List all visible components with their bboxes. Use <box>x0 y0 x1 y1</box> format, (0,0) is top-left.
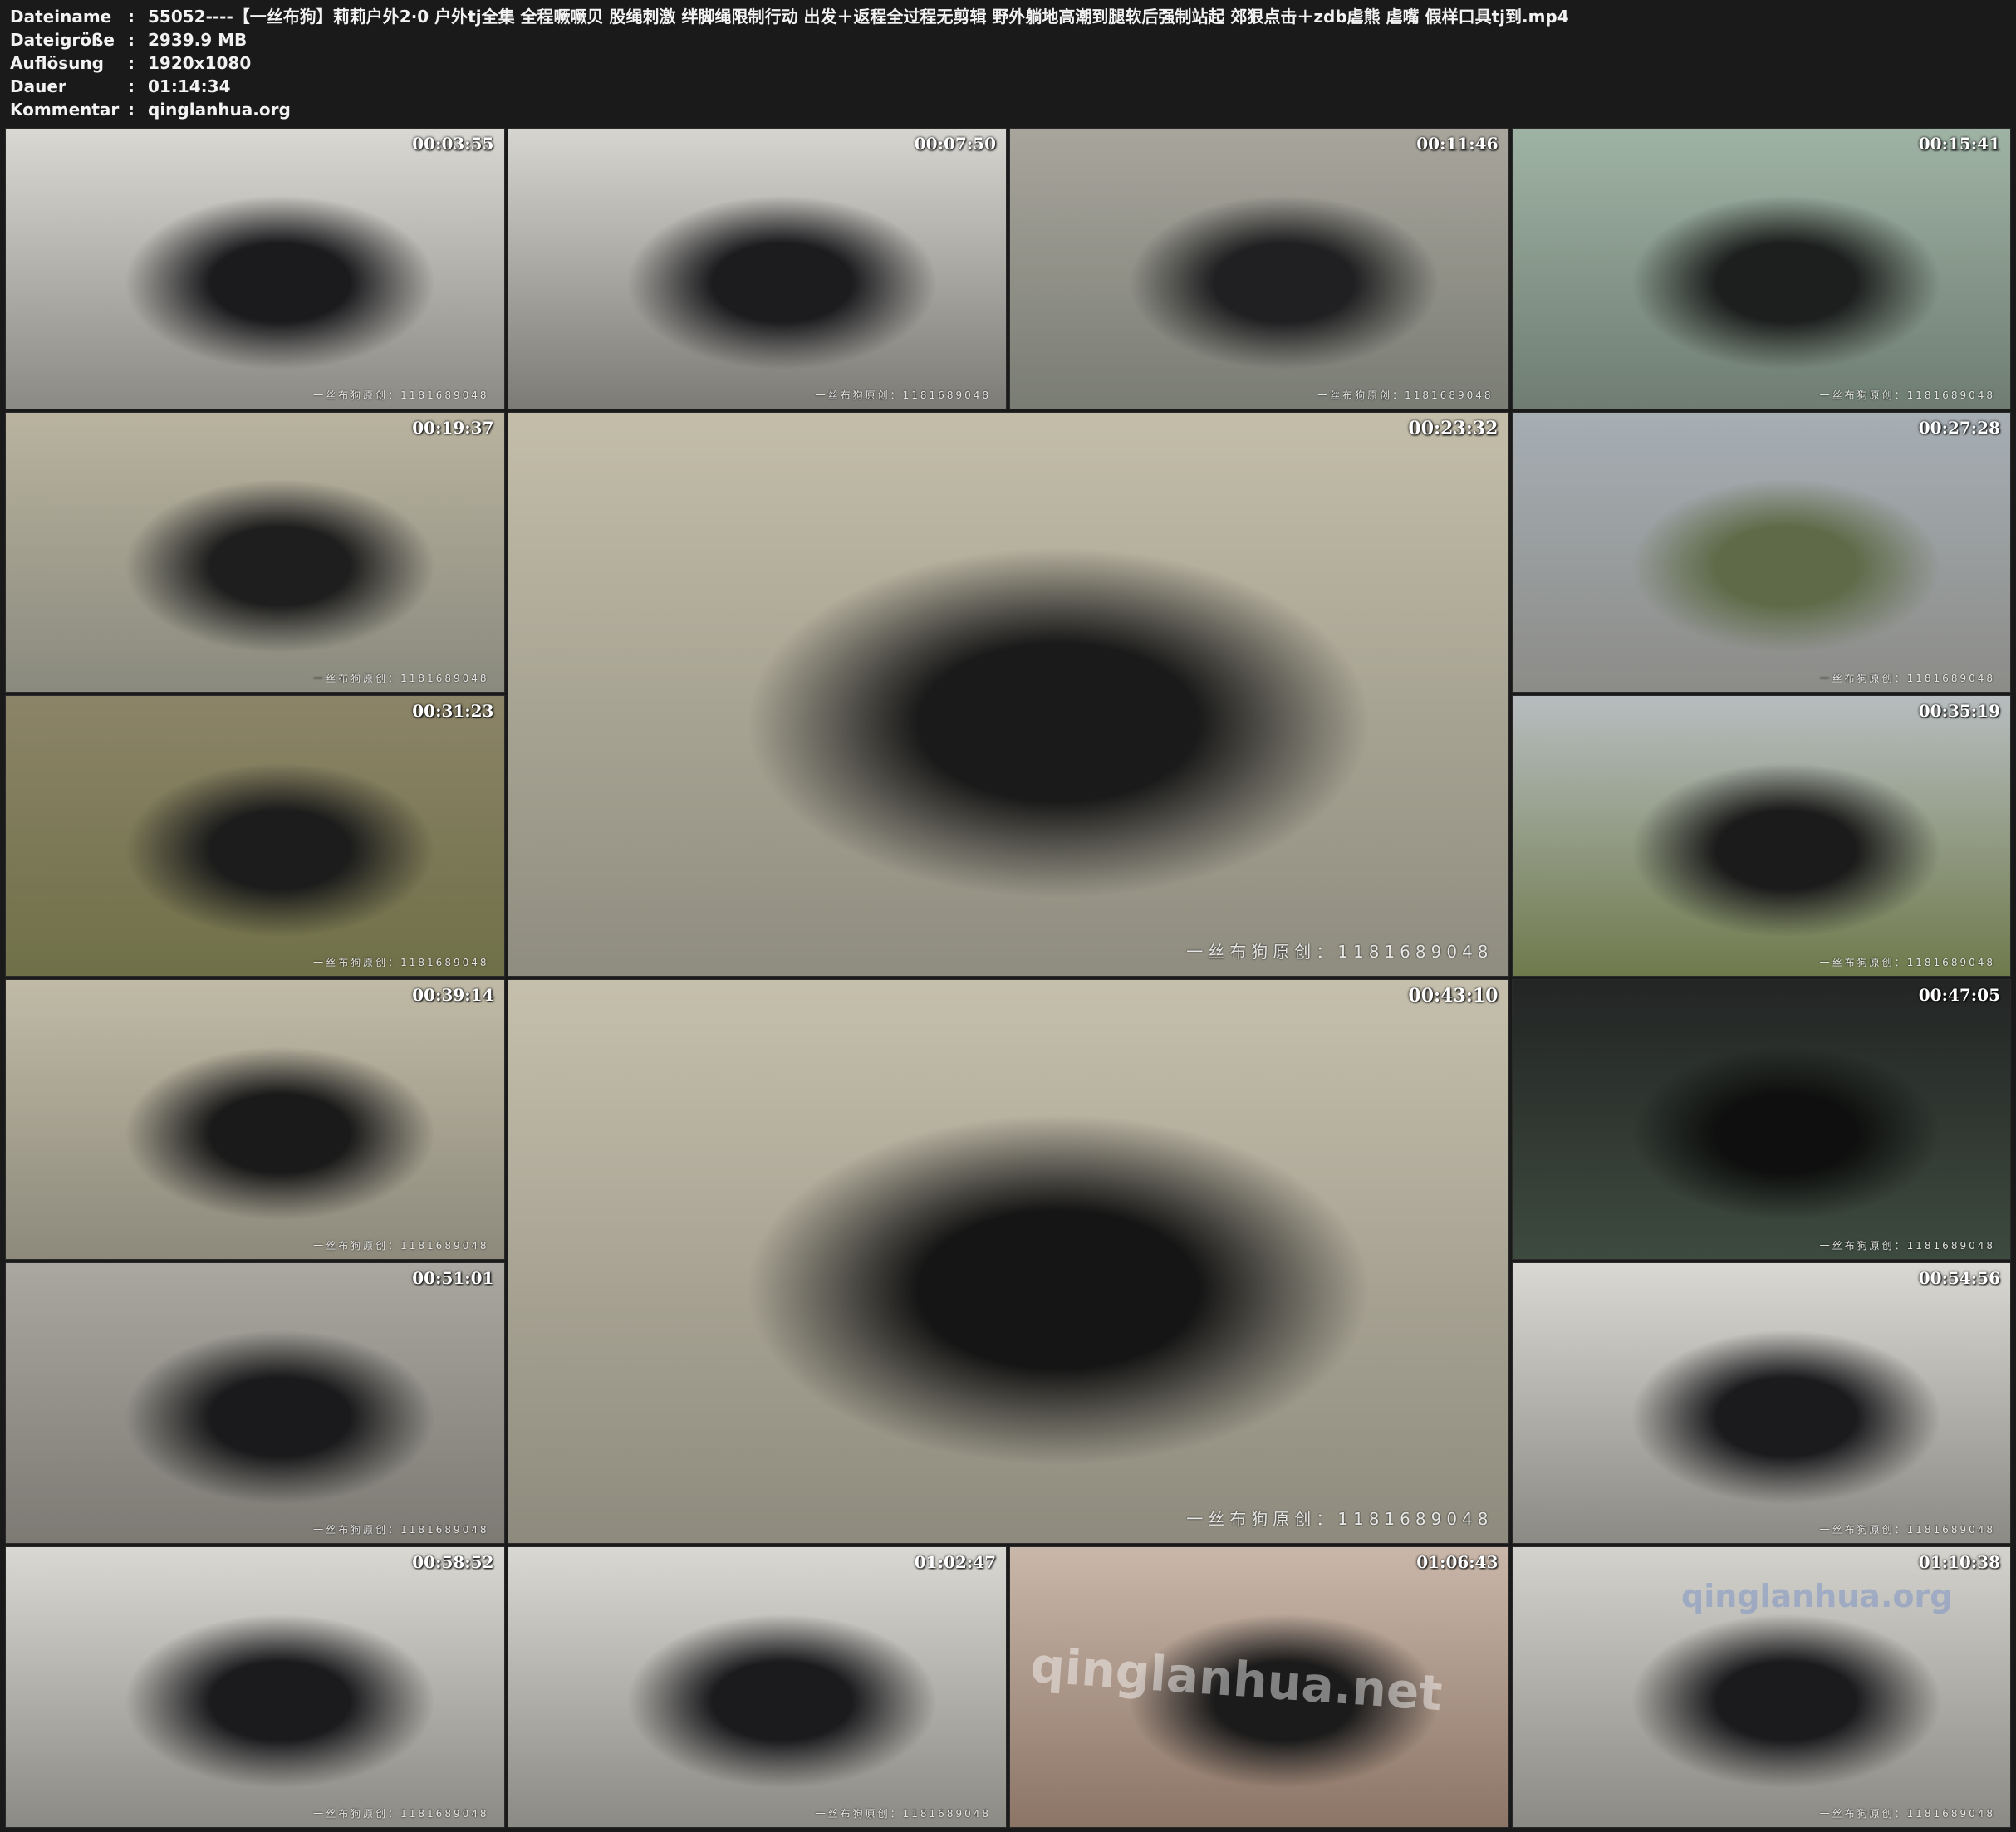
file-info-header: Dateiname:55052----【一丝布狗】莉莉户外2·0 户外tj全集 … <box>10 5 2004 121</box>
video-thumbnail: 00:51:01 一丝布狗原创：1181689048 <box>5 1262 505 1544</box>
video-thumbnail: 00:27:28 一丝布狗原创：1181689048 <box>1511 411 2011 693</box>
meta-separator: : <box>128 100 135 120</box>
timestamp-label: 00:27:28 <box>1918 417 2000 438</box>
thumbnail-scene <box>6 1547 504 1827</box>
thumbnail-scene <box>1512 129 2010 409</box>
video-thumbnail: 00:54:56 一丝布狗原创：1181689048 <box>1511 1262 2011 1544</box>
thumbnail-watermark: 一丝布狗原创：1181689048 <box>1186 941 1494 962</box>
timestamp-label: 00:23:32 <box>1408 417 1499 439</box>
thumbnail-scene <box>6 979 504 1260</box>
meta-label: Kommentar <box>10 100 120 120</box>
timestamp-label: 00:03:55 <box>412 134 494 154</box>
meta-value: 1920x1080 <box>148 53 252 73</box>
video-thumbnail: 01:02:47 一丝布狗原创：1181689048 <box>507 1546 1007 1828</box>
thumbnail-watermark: 一丝布狗原创：1181689048 <box>313 1807 489 1820</box>
meta-label: Dauer <box>10 76 66 96</box>
thumbnail-scene <box>1512 979 2010 1260</box>
video-thumbnail: 00:47:05 一丝布狗原创：1181689048 <box>1511 978 2011 1261</box>
thumbnail-watermark: 一丝布狗原创：1181689048 <box>1819 1807 1995 1820</box>
video-thumbnail: 00:58:52 一丝布狗原创：1181689048 <box>5 1546 505 1828</box>
timestamp-label: 00:11:46 <box>1416 134 1499 154</box>
video-thumbnail: 00:35:19 一丝布狗原创：1181689048 <box>1511 695 2011 977</box>
meta-row: Dateiname:55052----【一丝布狗】莉莉户外2·0 户外tj全集 … <box>10 5 2004 28</box>
timestamp-label: 00:07:50 <box>914 134 996 154</box>
thumbnail-scene <box>6 129 504 409</box>
meta-row: Auflösung:1920x1080 <box>10 51 2004 75</box>
thumbnail-scene <box>6 696 504 976</box>
meta-value: 2939.9 MB <box>148 30 248 50</box>
meta-separator: : <box>128 7 135 27</box>
meta-label: Auflösung <box>10 53 104 73</box>
timestamp-label: 00:43:10 <box>1408 984 1499 1007</box>
thumbnail-scene <box>1512 696 2010 976</box>
meta-label: Dateiname <box>10 7 112 27</box>
thumbnail-watermark: 一丝布狗原创：1181689048 <box>1819 1240 1995 1252</box>
thumbnail-watermark: 一丝布狗原创：1181689048 <box>313 956 489 968</box>
video-thumbnail: 00:07:50 一丝布狗原创：1181689048 <box>507 128 1007 409</box>
timestamp-label: 01:06:43 <box>1416 1552 1499 1572</box>
thumbnail-scene <box>6 412 504 693</box>
video-thumbnail: 00:11:46 一丝布狗原创：1181689048 <box>1009 128 1509 409</box>
meta-value: 01:14:34 <box>148 76 231 96</box>
timestamp-label: 00:58:52 <box>412 1552 494 1572</box>
video-thumbnail: 00:31:23 一丝布狗原创：1181689048 <box>5 695 505 977</box>
meta-separator: : <box>128 53 135 73</box>
thumbnail-scene <box>508 979 1508 1543</box>
video-thumbnail: 00:43:10 一丝布狗原创：1181689048 <box>507 978 1509 1544</box>
timestamp-label: 00:39:14 <box>412 984 494 1005</box>
thumbnail-watermark: 一丝布狗原创：1181689048 <box>1819 673 1995 685</box>
timestamp-label: 00:54:56 <box>1918 1268 2000 1289</box>
meta-row: Dauer:01:14:34 <box>10 75 2004 98</box>
meta-value: 55052----【一丝布狗】莉莉户外2·0 户外tj全集 全程噘噘贝 股绳刺激… <box>148 7 1569 27</box>
meta-separator: : <box>128 76 135 96</box>
thumbnail-scene <box>1512 412 2010 693</box>
video-thumbnail: 00:03:55 一丝布狗原创：1181689048 <box>5 128 505 409</box>
meta-separator: : <box>128 30 135 50</box>
timestamp-label: 01:10:38 <box>1918 1552 2000 1572</box>
thumbnail-watermark: 一丝布狗原创：1181689048 <box>815 1807 991 1820</box>
timestamp-label: 00:19:37 <box>412 417 494 438</box>
video-thumbnail: 00:23:32 一丝布狗原创：1181689048 <box>507 411 1509 977</box>
thumbnail-watermark: 一丝布狗原创：1181689048 <box>1819 1523 1995 1536</box>
timestamp-label: 00:31:23 <box>412 701 494 722</box>
thumbnail-watermark: 一丝布狗原创：1181689048 <box>1819 956 1995 968</box>
site-watermark-org: qinglanhua.org <box>1681 1578 1953 1614</box>
thumbnail-scene <box>1512 1263 2010 1543</box>
timestamp-label: 00:35:19 <box>1918 701 2000 722</box>
thumbnail-watermark: 一丝布狗原创：1181689048 <box>1819 389 1995 401</box>
timestamp-label: 00:47:05 <box>1918 984 2000 1005</box>
video-thumbnail: 00:19:37 一丝布狗原创：1181689048 <box>5 411 505 693</box>
thumbnail-grid: 00:03:55 一丝布狗原创：1181689048 00:07:50 一丝布狗原创：… <box>5 128 2014 1830</box>
meta-row: Kommentar: qinglanhua.org <box>10 98 2004 121</box>
thumbnail-watermark: 一丝布狗原创：1181689048 <box>1186 1508 1494 1529</box>
meta-value: qinglanhua.org <box>148 100 291 120</box>
timestamp-label: 00:15:41 <box>1918 134 2000 154</box>
thumbnail-scene <box>508 129 1006 409</box>
timestamp-label: 01:02:47 <box>914 1552 996 1572</box>
timestamp-label: 00:51:01 <box>412 1268 494 1289</box>
thumbnail-scene <box>508 412 1508 976</box>
thumbnail-watermark: 一丝布狗原创：1181689048 <box>313 1523 489 1536</box>
video-thumbnail: 00:39:14 一丝布狗原创：1181689048 <box>5 978 505 1261</box>
thumbnail-scene <box>1010 129 1508 409</box>
thumbnail-watermark: 一丝布狗原创：1181689048 <box>313 389 489 401</box>
thumbnail-watermark: 一丝布狗原创：1181689048 <box>815 389 991 401</box>
meta-label: Dateigröße <box>10 30 115 50</box>
thumbnail-watermark: 一丝布狗原创：1181689048 <box>313 1240 489 1252</box>
meta-row: Dateigröße:2939.9 MB <box>10 28 2004 51</box>
thumbnail-scene <box>6 1263 504 1543</box>
thumbnail-watermark: 一丝布狗原创：1181689048 <box>313 673 489 685</box>
video-thumbnail: 00:15:41 一丝布狗原创：1181689048 <box>1511 128 2011 409</box>
thumbnail-scene <box>508 1547 1006 1827</box>
thumbnail-watermark: 一丝布狗原创：1181689048 <box>1317 389 1494 401</box>
